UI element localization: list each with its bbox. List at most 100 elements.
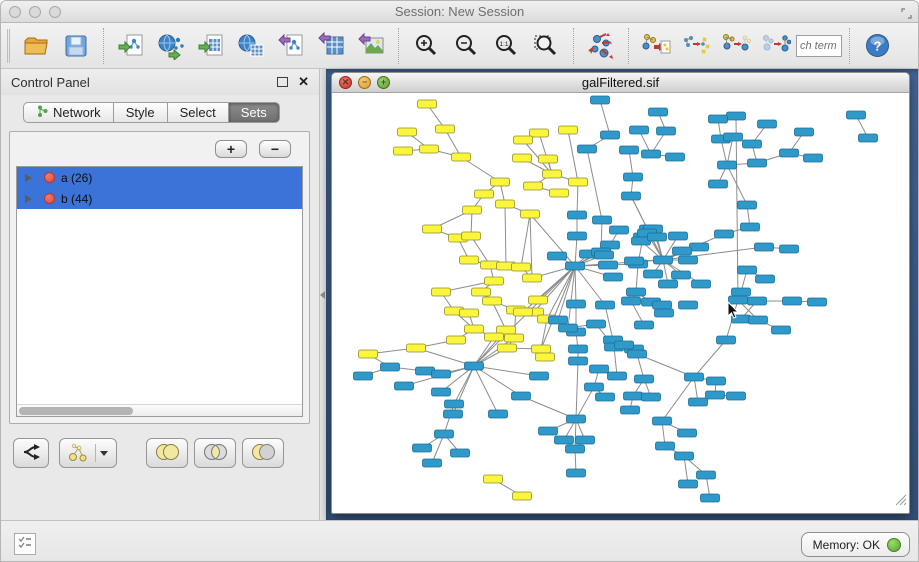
- graph-node[interactable]: [567, 469, 586, 477]
- new-network-from-selection-button[interactable]: [636, 26, 676, 66]
- graph-node[interactable]: [756, 275, 775, 283]
- graph-edge[interactable]: [575, 266, 576, 304]
- zoom-fit-content-button[interactable]: [526, 26, 566, 66]
- graph-edge[interactable]: [694, 340, 726, 377]
- graph-node[interactable]: [701, 494, 720, 502]
- graph-node[interactable]: [432, 370, 451, 378]
- graph-node[interactable]: [435, 430, 454, 438]
- graph-node[interactable]: [483, 297, 502, 305]
- hide-selection-button[interactable]: [716, 26, 756, 66]
- close-panel-button[interactable]: ✕: [298, 77, 309, 87]
- graph-node[interactable]: [484, 475, 503, 483]
- graph-edge[interactable]: [577, 182, 578, 215]
- graph-node[interactable]: [395, 382, 414, 390]
- graph-node[interactable]: [679, 480, 698, 488]
- graph-node[interactable]: [593, 216, 612, 224]
- graph-node[interactable]: [654, 256, 673, 264]
- graph-node[interactable]: [758, 120, 777, 128]
- graph-node[interactable]: [590, 365, 609, 373]
- graph-node[interactable]: [635, 375, 654, 383]
- graph-node[interactable]: [465, 325, 484, 333]
- horizontal-scrollbar[interactable]: [17, 404, 302, 416]
- tab-select[interactable]: Select: [168, 102, 229, 123]
- graph-node[interactable]: [659, 280, 678, 288]
- zoom-actual-size-button[interactable]: 1:1: [486, 26, 526, 66]
- graph-node[interactable]: [783, 297, 802, 305]
- graph-node[interactable]: [568, 211, 587, 219]
- graph-node[interactable]: [627, 288, 646, 296]
- tab-sets[interactable]: Sets: [229, 102, 280, 123]
- graph-node[interactable]: [587, 320, 606, 328]
- graph-node[interactable]: [718, 161, 737, 169]
- graph-node[interactable]: [447, 336, 466, 344]
- graph-node[interactable]: [595, 251, 614, 259]
- zoom-in-button[interactable]: [406, 26, 446, 66]
- fullscreen-icon[interactable]: [901, 6, 912, 24]
- dropdown-arrow-icon[interactable]: [100, 451, 108, 456]
- graph-node[interactable]: [567, 300, 586, 308]
- graph-edge[interactable]: [568, 130, 578, 182]
- network-view[interactable]: [332, 93, 909, 513]
- graph-node[interactable]: [452, 153, 471, 161]
- graph-node[interactable]: [460, 256, 479, 264]
- graph-node[interactable]: [780, 245, 799, 253]
- graph-node[interactable]: [749, 316, 768, 324]
- search-input[interactable]: [796, 35, 842, 57]
- graph-node[interactable]: [615, 341, 634, 349]
- graph-node[interactable]: [381, 363, 400, 371]
- graph-node[interactable]: [642, 150, 661, 158]
- graph-node[interactable]: [795, 128, 814, 136]
- graph-node[interactable]: [622, 192, 641, 200]
- graph-node[interactable]: [717, 336, 736, 344]
- graph-node[interactable]: [648, 233, 667, 241]
- graph-node[interactable]: [724, 133, 743, 141]
- export-table-button[interactable]: [311, 26, 351, 66]
- graph-node[interactable]: [514, 136, 533, 144]
- graph-node[interactable]: [743, 140, 762, 148]
- graph-node[interactable]: [407, 344, 426, 352]
- graph-node[interactable]: [727, 112, 746, 120]
- zoom-out-button[interactable]: [446, 26, 486, 66]
- graph-edge[interactable]: [505, 204, 506, 266]
- graph-node[interactable]: [653, 301, 672, 309]
- graph-node[interactable]: [673, 247, 692, 255]
- graph-node[interactable]: [709, 115, 728, 123]
- graph-node[interactable]: [530, 129, 549, 137]
- graph-node[interactable]: [808, 298, 827, 306]
- network-frame[interactable]: ✕ − + galFiltered.sif: [331, 72, 910, 514]
- graph-node[interactable]: [678, 429, 697, 437]
- graph-node[interactable]: [432, 288, 451, 296]
- graph-node[interactable]: [559, 324, 578, 332]
- graph-node[interactable]: [620, 146, 639, 154]
- graph-edge[interactable]: [444, 404, 454, 434]
- graph-node[interactable]: [462, 232, 481, 240]
- graph-node[interactable]: [568, 232, 587, 240]
- graph-node[interactable]: [514, 308, 533, 316]
- graph-node[interactable]: [513, 492, 532, 500]
- graph-node[interactable]: [748, 297, 767, 305]
- graph-node[interactable]: [601, 131, 620, 139]
- graph-node[interactable]: [679, 256, 698, 264]
- graph-node[interactable]: [543, 170, 562, 178]
- graph-node[interactable]: [748, 159, 767, 167]
- network-graph[interactable]: [332, 93, 909, 513]
- graph-edge[interactable]: [575, 266, 605, 305]
- difference-sets-button[interactable]: [242, 438, 284, 468]
- graph-node[interactable]: [513, 154, 532, 162]
- collapse-panel-icon[interactable]: [320, 291, 325, 299]
- graph-node[interactable]: [738, 266, 757, 274]
- intersect-sets-button[interactable]: [194, 438, 236, 468]
- graph-node[interactable]: [625, 257, 644, 265]
- graph-node[interactable]: [635, 321, 654, 329]
- expand-triangle-icon[interactable]: [25, 174, 32, 182]
- set-row-b[interactable]: b (44): [17, 188, 302, 209]
- graph-node[interactable]: [489, 410, 508, 418]
- import-table-web-button[interactable]: [231, 26, 271, 66]
- graph-node[interactable]: [596, 393, 615, 401]
- graph-node[interactable]: [485, 333, 504, 341]
- graph-edge[interactable]: [521, 214, 530, 267]
- graph-node[interactable]: [732, 288, 751, 296]
- toolbar-drag-handle[interactable]: [7, 29, 10, 63]
- graph-edge[interactable]: [605, 305, 613, 340]
- graph-node[interactable]: [432, 388, 451, 396]
